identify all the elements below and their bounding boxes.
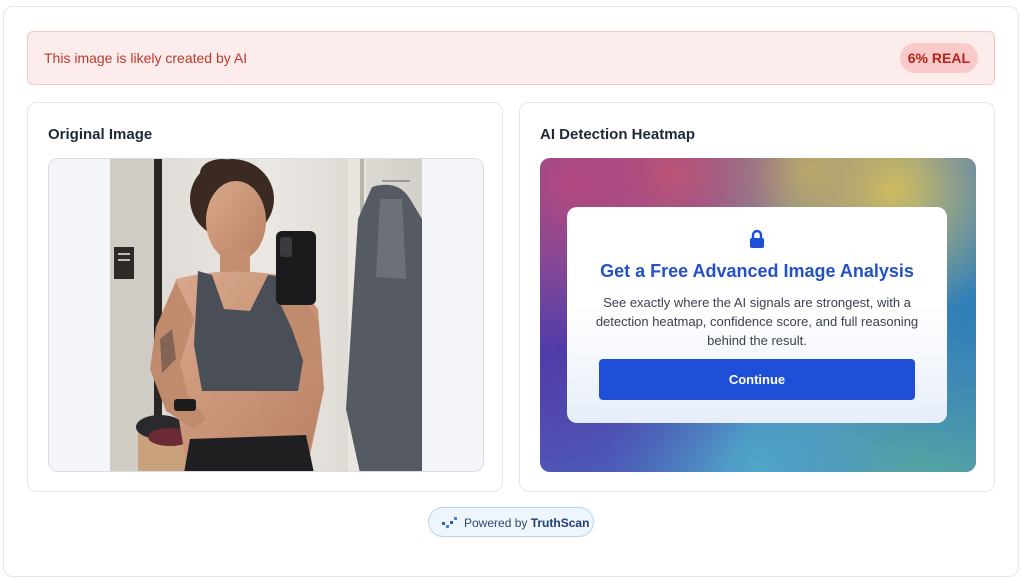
heatmap-card: AI Detection Heatmap Get a Free Advanced… [519,102,995,492]
uploaded-photo [110,159,422,471]
verdict-message: This image is likely created by AI [44,50,248,66]
heatmap-title: AI Detection Heatmap [540,126,696,143]
powered-by-text: Powered by TruthScan [464,516,589,530]
chart-trend-icon [442,517,458,529]
brand-name: TruthScan [530,516,590,530]
powered-by-prefix: Powered by [464,516,528,530]
ai-verdict-banner: This image is likely created by AI 6% RE… [27,31,995,85]
continue-button[interactable]: Continue [599,359,915,400]
powered-by-badge[interactable]: Powered by TruthScan [428,507,594,537]
upsell-title: Get a Free Advanced Image Analysis [600,261,914,281]
heatmap-preview: Get a Free Advanced Image Analysis See e… [540,158,976,472]
upsell-description: See exactly where the AI signals are str… [595,295,919,348]
lock-icon [749,229,765,249]
real-score-badge: 6% REAL [899,43,978,73]
upsell-dialog: Get a Free Advanced Image Analysis See e… [567,207,947,423]
original-image-card: Original Image [27,102,503,492]
original-image-title: Original Image [48,126,153,143]
original-image-frame [48,158,484,472]
